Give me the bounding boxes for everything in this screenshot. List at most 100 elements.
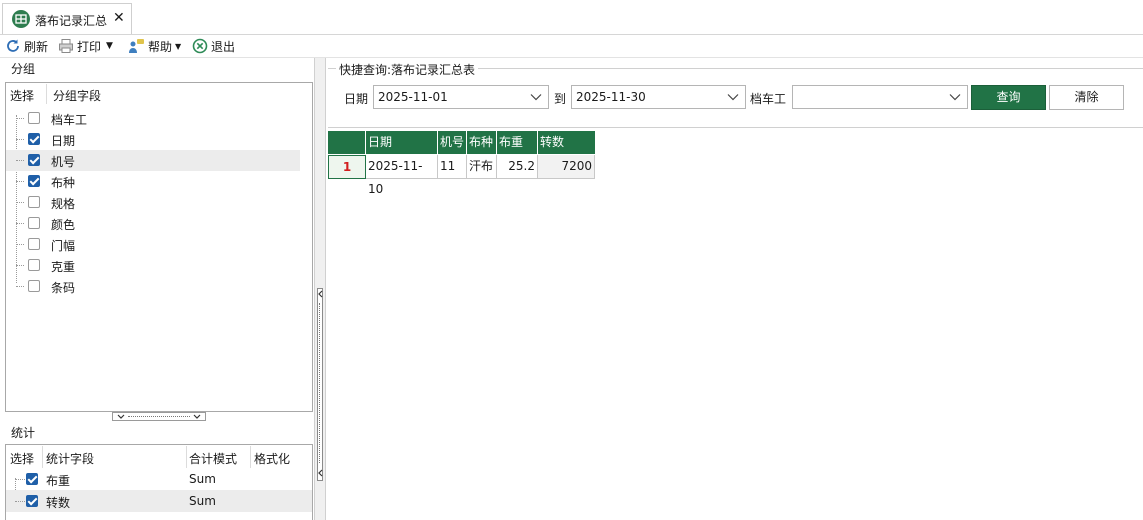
- tree-line: [16, 181, 24, 182]
- date-from-value: 2025-11-01: [378, 90, 448, 104]
- group-row[interactable]: 克重: [6, 255, 300, 276]
- group-row[interactable]: 布种: [6, 171, 300, 192]
- stats-row[interactable]: 转数 Sum: [6, 490, 312, 512]
- grid-header-machine[interactable]: 机号: [438, 131, 467, 154]
- refresh-button[interactable]: 刷新: [5, 37, 48, 55]
- stats-checkbox[interactable]: [26, 495, 38, 507]
- exit-button[interactable]: 退出: [192, 37, 235, 55]
- chevron-down-icon: [117, 414, 125, 419]
- tree-line: [16, 286, 24, 287]
- chevron-down-icon: [530, 94, 542, 101]
- group-field-label: 颜色: [51, 218, 76, 232]
- date-to-select[interactable]: 2025-11-30: [571, 85, 746, 109]
- group-field-label: 布种: [51, 176, 76, 190]
- column-divider: [42, 446, 43, 468]
- tree-line: [16, 202, 24, 203]
- grid-globe-icon: [12, 10, 30, 28]
- tree-line: [16, 265, 24, 266]
- group-checkbox[interactable]: [28, 217, 40, 229]
- stats-row[interactable]: 布重 Sum: [6, 468, 312, 490]
- group-row[interactable]: 规格: [6, 192, 300, 213]
- tree-line: [16, 139, 24, 140]
- help-label: 帮助: [148, 39, 173, 54]
- stats-col-select: 选择: [10, 452, 35, 466]
- date-to-value: 2025-11-30: [576, 90, 646, 104]
- group-col-field: 分组字段: [53, 89, 102, 103]
- grid-cell-fabric[interactable]: 汗布: [467, 155, 497, 179]
- stats-checkbox[interactable]: [26, 473, 38, 485]
- grid-header-fabric[interactable]: 布种: [467, 131, 497, 154]
- group-row[interactable]: 档车工: [6, 108, 300, 129]
- stats-panel: 选择 统计字段 合计模式 格式化 布重 Sum 转数 Sum: [5, 444, 313, 520]
- handle-grip: [128, 416, 190, 417]
- group-col-select: 选择: [10, 89, 35, 103]
- exit-label: 退出: [211, 39, 236, 54]
- grid-cell-turns[interactable]: 7200: [538, 155, 595, 179]
- chevron-down-icon[interactable]: ▼: [175, 42, 181, 51]
- tree-line: [15, 479, 25, 480]
- column-divider: [250, 446, 251, 468]
- date-from-select[interactable]: 2025-11-01: [373, 85, 549, 109]
- grid-row-index[interactable]: 1: [328, 155, 366, 179]
- group-checkbox[interactable]: [28, 154, 40, 166]
- search-button[interactable]: 查询: [971, 85, 1046, 110]
- tab-summary[interactable]: 落布记录汇总 ✕: [2, 3, 132, 34]
- vertical-splitter[interactable]: [314, 58, 326, 520]
- stats-mode-value[interactable]: Sum: [189, 494, 216, 508]
- group-row[interactable]: 条码: [6, 276, 300, 297]
- group-row[interactable]: 颜色: [6, 213, 300, 234]
- help-person-icon: [129, 39, 144, 53]
- group-field-label: 门幅: [51, 239, 76, 253]
- stats-col-field: 统计字段: [46, 452, 95, 466]
- grid-cell-date[interactable]: 2025-11-10: [366, 155, 438, 196]
- tree-line: [16, 223, 24, 224]
- group-checkbox[interactable]: [28, 133, 40, 145]
- chevron-down-icon: [727, 94, 739, 101]
- stats-mode-value[interactable]: Sum: [189, 472, 216, 486]
- group-field-label: 条码: [51, 281, 76, 295]
- chevron-down-icon: [193, 414, 201, 419]
- group-checkbox[interactable]: [28, 196, 40, 208]
- grid-cell-weight[interactable]: 25.2: [497, 155, 538, 179]
- panel-collapse-handle[interactable]: [112, 412, 206, 421]
- grid-cell-machine[interactable]: 11: [438, 155, 467, 179]
- help-button[interactable]: 帮助 ▼: [128, 37, 181, 55]
- operator-select[interactable]: [792, 85, 968, 109]
- group-checkbox[interactable]: [28, 259, 40, 271]
- print-button[interactable]: 打印 ▼: [58, 37, 113, 55]
- chevron-down-icon[interactable]: ▼: [106, 41, 113, 51]
- printer-icon: [59, 39, 73, 53]
- stats-col-format: 格式化: [254, 452, 291, 466]
- chevron-down-icon: [949, 94, 961, 101]
- group-row[interactable]: 门幅: [6, 234, 300, 255]
- group-checkbox[interactable]: [28, 175, 40, 187]
- group-field-label: 档车工: [51, 113, 88, 127]
- stats-field-label: 布重: [46, 474, 71, 488]
- group-checkbox[interactable]: [28, 112, 40, 124]
- grid-corner: [328, 131, 366, 154]
- group-checkbox[interactable]: [28, 280, 40, 292]
- tree-line: [16, 160, 24, 161]
- group-panel: 选择 分组字段 档车工日期机号布种规格颜色门幅克重条码: [5, 82, 313, 412]
- grid-header-turns[interactable]: 转数: [538, 131, 595, 154]
- tab-title: 落布记录汇总: [35, 14, 108, 28]
- group-row[interactable]: 机号: [6, 150, 300, 171]
- group-field-label: 机号: [51, 155, 76, 169]
- tree-line: [16, 244, 24, 245]
- grid-header-weight[interactable]: 布重: [497, 131, 538, 154]
- chevron-left-icon: [318, 469, 323, 477]
- close-icon[interactable]: ✕: [113, 10, 125, 26]
- group-field-label: 克重: [51, 260, 76, 274]
- splitter-handle[interactable]: [317, 288, 323, 481]
- tab-bar: 落布记录汇总 ✕: [0, 0, 1143, 35]
- group-row[interactable]: 日期: [6, 129, 300, 150]
- stats-panel-title: 统计: [11, 426, 36, 440]
- handle-grip: [319, 303, 320, 463]
- grid-header-date[interactable]: 日期: [366, 131, 438, 154]
- group-checkbox[interactable]: [28, 238, 40, 250]
- date-label: 日期: [344, 92, 369, 106]
- group-field-label: 日期: [51, 134, 76, 148]
- refresh-label: 刷新: [24, 39, 49, 54]
- clear-button[interactable]: 清除: [1049, 85, 1124, 110]
- column-divider: [46, 84, 47, 104]
